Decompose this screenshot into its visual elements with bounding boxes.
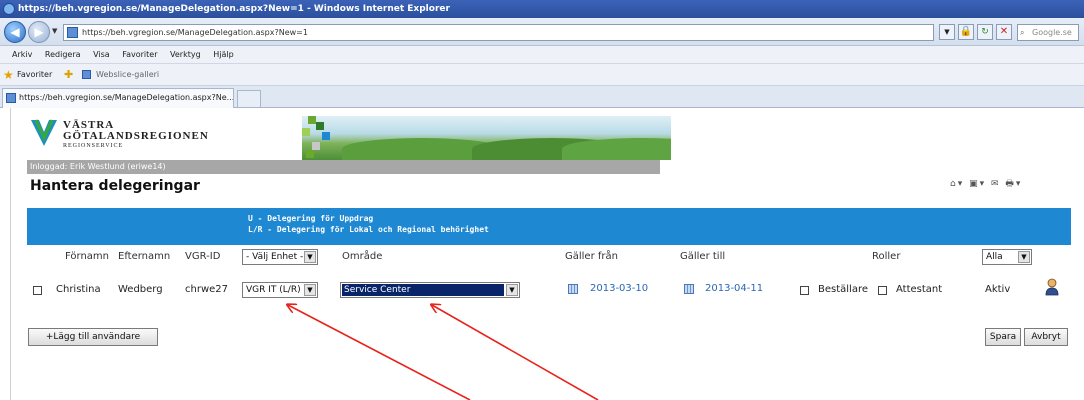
page-icon [6, 93, 16, 103]
star-icon: ★ [3, 68, 14, 82]
role-attestant-label: Attestant [896, 284, 943, 295]
calendar-icon[interactable] [684, 284, 694, 294]
add-favorite-icon[interactable]: ✚ [64, 64, 73, 86]
area-value: Service Center [341, 283, 505, 297]
forward-arrow-icon[interactable]: ▶ [28, 21, 50, 43]
logo-mark-icon [31, 119, 57, 146]
menu-item-hjalp[interactable]: Hjälp [213, 50, 233, 59]
legend-bar: U - Delegering för Uppdrag L/R - Deleger… [27, 208, 1071, 245]
role-attestant-checkbox[interactable] [878, 286, 887, 295]
new-tab-button[interactable] [237, 90, 261, 108]
stop-icon[interactable]: ✕ [996, 24, 1012, 40]
status-filter-value: Alla [986, 252, 1003, 262]
chevron-down-icon: ▼ [304, 251, 316, 263]
header-valid-from: Gäller från [565, 251, 618, 262]
chevron-down-icon[interactable]: ▼ [939, 24, 955, 40]
chevron-down-icon[interactable]: ▼ [52, 27, 57, 35]
calendar-icon[interactable] [568, 284, 578, 294]
menu-item-visa[interactable]: Visa [93, 50, 110, 59]
address-text: https://beh.vgregion.se/ManageDelegation… [82, 28, 308, 37]
chevron-down-icon: ▼ [304, 284, 316, 296]
unit-select[interactable]: VGR IT (L/R) ▼ [242, 282, 318, 298]
header-roles: Roller [872, 251, 901, 262]
header-lastname: Efternamn [118, 251, 171, 262]
row-status: Aktiv [985, 284, 1011, 295]
unit-filter-select[interactable]: - Välj Enhet - ▼ [242, 249, 318, 265]
menu-item-verktyg[interactable]: Verktyg [170, 50, 201, 59]
unit-filter-value: - Välj Enhet - [246, 252, 304, 262]
window-title: https://beh.vgregion.se/ManageDelegation… [18, 4, 450, 14]
status-filter-select[interactable]: Alla ▼ [982, 249, 1032, 265]
logged-in-bar: Inloggad: Erik Westlund (eriwe14) [27, 160, 660, 174]
user-icon[interactable] [1045, 278, 1059, 296]
menu-bar: Arkiv Redigera Visa Favoriter Verktyg Hj… [0, 46, 1084, 64]
logo-text-3: REGIONSERVICE [63, 143, 124, 149]
role-bestallare-checkbox[interactable] [800, 286, 809, 295]
vgregion-logo: VÄSTRA GÖTALANDSREGIONEN REGIONSERVICE [31, 116, 231, 156]
address-field[interactable]: https://beh.vgregion.se/ManageDelegation… [63, 24, 934, 41]
header-valid-to: Gäller till [680, 251, 726, 262]
webslice-icon [82, 70, 91, 79]
valid-to-date[interactable]: 2013-04-11 [705, 283, 763, 294]
browser-tab[interactable]: https://beh.vgregion.se/ManageDelegation… [2, 88, 234, 108]
search-placeholder: Google.se [1032, 28, 1072, 37]
header-vgrid: VGR-ID [185, 251, 221, 262]
row-vgrid: chrwe27 [185, 284, 229, 295]
logged-in-user: Inloggad: Erik Westlund (eriwe14) [30, 162, 166, 171]
menu-item-arkiv[interactable]: Arkiv [12, 50, 32, 59]
area-select[interactable]: Service Center ▼ [340, 282, 520, 298]
back-arrow-icon[interactable]: ◀ [4, 21, 26, 43]
cancel-button[interactable]: Avbryt [1024, 328, 1068, 346]
favorites-button[interactable]: Favoriter [17, 64, 52, 86]
menu-item-redigera[interactable]: Redigera [45, 50, 81, 59]
add-user-button[interactable]: +Lägg till användare [28, 328, 158, 346]
webslice-gallery-link[interactable]: Webslice-galleri [96, 64, 159, 86]
window-title-bar: https://beh.vgregion.se/ManageDelegation… [0, 0, 1084, 18]
favorites-bar: ★ Favoriter ✚ Webslice-galleri [0, 64, 1084, 86]
row-select-checkbox[interactable] [33, 286, 42, 295]
logo-text-2: GÖTALANDSREGIONEN [63, 130, 209, 142]
page-title: Hantera delegeringar [30, 178, 200, 194]
row-firstname: Christina [56, 284, 101, 295]
legend-line-1: U - Delegering för Uppdrag [248, 214, 374, 223]
valid-from-date[interactable]: 2013-03-10 [590, 283, 648, 294]
refresh-icon[interactable]: ↻ [977, 24, 993, 40]
search-input[interactable]: ⌕ Google.se [1017, 24, 1079, 41]
chevron-down-icon: ▼ [506, 284, 518, 296]
header-firstname: Förnamn [65, 251, 109, 262]
role-bestallare-label: Beställare [818, 284, 868, 295]
tab-bar: https://beh.vgregion.se/ManageDelegation… [0, 86, 1084, 189]
row-lastname: Wedberg [118, 284, 163, 295]
chevron-down-icon: ▼ [1018, 251, 1030, 263]
save-button[interactable]: Spara [985, 328, 1021, 346]
ie-logo-icon [3, 3, 15, 15]
header-area: Område [342, 251, 383, 262]
header-banner-image [302, 116, 671, 160]
tab-title: https://beh.vgregion.se/ManageDelegation… [19, 93, 234, 102]
legend-line-2: L/R - Delegering för Lokal och Regional … [248, 225, 489, 234]
page-icon [67, 27, 78, 38]
unit-value: VGR IT (L/R) [246, 285, 301, 295]
search-icon: ⌕ [1020, 28, 1025, 37]
menu-item-favoriter[interactable]: Favoriter [122, 50, 157, 59]
address-toolbar: ◀ ▶ ▼ https://beh.vgregion.se/ManageDele… [0, 18, 1084, 46]
lock-icon[interactable]: 🔒 [958, 24, 974, 40]
